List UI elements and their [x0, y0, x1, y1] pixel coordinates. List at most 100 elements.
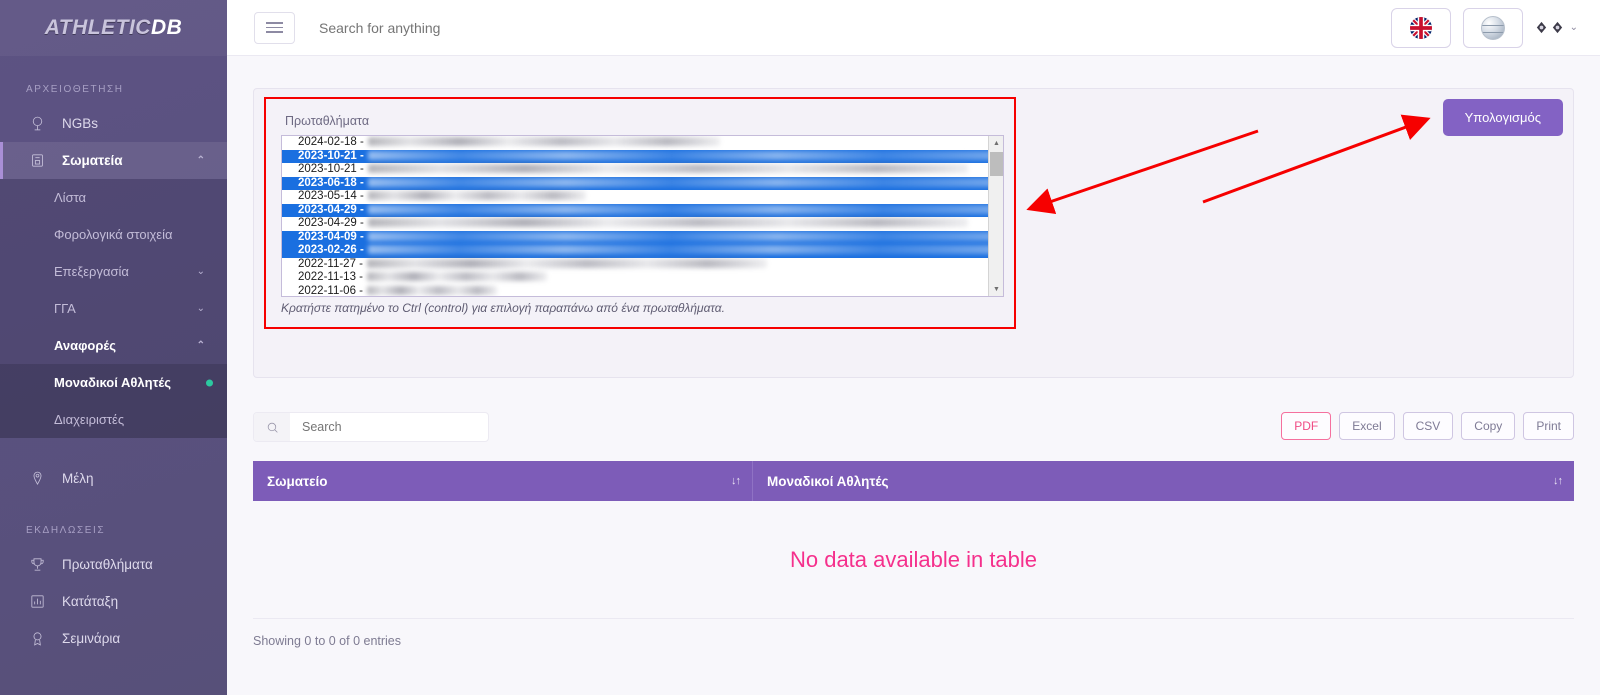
calculate-button[interactable]: Υπολογισμός: [1442, 99, 1563, 136]
sidebar-item-ngbs[interactable]: NGBs: [0, 105, 227, 142]
championships-option-list: 2024-02-18 -2023-10-21 -2023-10-21 -2023…: [282, 136, 1003, 297]
column-header-unique-athletes[interactable]: Μοναδικοί Αθλητές ↓↑: [753, 461, 1574, 501]
sidebar-item-ranking[interactable]: Κατάταξη: [0, 583, 227, 620]
table-entries-info: Showing 0 to 0 of 0 entries: [253, 634, 402, 648]
table-search-input[interactable]: [290, 419, 488, 435]
sidebar-item-label: Πρωταθλήματα: [62, 557, 153, 572]
diamond-icon: [1551, 21, 1564, 34]
brand-db: DB: [150, 16, 183, 39]
hamburger-line: [266, 26, 283, 29]
championship-option-date: 2023-10-21 -: [298, 149, 364, 162]
sidebar-item-label: Σωματεία: [62, 153, 123, 168]
championship-option[interactable]: 2023-06-18 -: [282, 176, 1003, 190]
person-pin-icon: [26, 469, 48, 489]
table-body: No data available in table: [253, 501, 1574, 619]
sidebar-item-label: Μέλη: [62, 471, 94, 486]
championship-option-name-redacted: [367, 285, 497, 295]
diamond-icon: [1535, 21, 1548, 34]
column-header-somateio[interactable]: Σωματείο ↓↑: [253, 461, 753, 501]
globe-icon: [26, 114, 48, 134]
sidebar-item-tax-data[interactable]: Φορολογικά στοιχεία: [0, 216, 227, 253]
championship-option-date: 2023-04-29 -: [298, 217, 364, 229]
championship-option-name-redacted: [367, 191, 586, 200]
championship-option-name-redacted: [367, 218, 968, 227]
sort-icon[interactable]: ↓↑: [1553, 475, 1563, 487]
championship-option-date: 2023-02-26 -: [298, 244, 364, 256]
export-print-button[interactable]: Print: [1523, 412, 1574, 440]
list-scrollbar[interactable]: ▲ ▼: [988, 136, 1003, 296]
topbar-actions: ⌄: [1390, 7, 1578, 48]
bar-chart-icon: [26, 592, 48, 612]
sidebar-item-reports[interactable]: Αναφορές ⌃: [0, 327, 227, 364]
export-buttons-group: PDF Excel CSV Copy Print: [1281, 412, 1574, 440]
sidebar-item-label: ΓΓΑ: [54, 301, 76, 316]
theme-globe-button[interactable]: [1462, 7, 1523, 48]
user-menu[interactable]: ⌄: [1535, 21, 1578, 34]
championship-option-date: 2023-10-21 -: [298, 163, 364, 175]
championship-option-name-redacted: [367, 204, 1003, 214]
app-logo[interactable]: ATHLETICDB: [0, 0, 227, 56]
sidebar-item-somateia[interactable]: Σωματεία ⌃: [0, 142, 227, 179]
championship-option[interactable]: 2023-05-14 -: [282, 190, 1003, 204]
sidebar-item-admins[interactable]: Διαχειριστές: [0, 401, 227, 438]
column-header-label: Μοναδικοί Αθλητές: [767, 473, 889, 489]
filter-card: Πρωταθλήματα 2024-02-18 -2023-10-21 -202…: [253, 88, 1574, 378]
scroll-down-icon[interactable]: ▼: [989, 282, 1003, 296]
sort-icon[interactable]: ↓↑: [731, 475, 741, 487]
menu-toggle-button[interactable]: [254, 11, 295, 44]
export-copy-button[interactable]: Copy: [1461, 412, 1516, 440]
sidebar-item-edit[interactable]: Επεξεργασία ⌄: [0, 253, 227, 290]
chevron-up-icon: ⌃: [196, 340, 205, 351]
championship-option-name-redacted: [367, 231, 1003, 241]
championship-option[interactable]: 2022-11-13 -: [282, 271, 1003, 285]
empty-state-message: No data available in table: [789, 546, 1038, 572]
sidebar-item-gga[interactable]: ΓΓΑ ⌄: [0, 290, 227, 327]
sidebar-item-unique-athletes[interactable]: Μοναδικοί Αθλητές: [0, 364, 227, 401]
sidebar-item-seminars[interactable]: Σεμινάρια: [0, 620, 227, 657]
championship-option[interactable]: 2023-04-09 -: [282, 230, 1003, 244]
uk-flag-icon: [1409, 16, 1432, 39]
sidebar-item-label: Σεμινάρια: [62, 631, 121, 646]
championship-option[interactable]: 2023-02-26 -: [282, 244, 1003, 258]
export-csv-button[interactable]: CSV: [1402, 412, 1454, 440]
topbar: ⌄: [227, 0, 1600, 56]
championship-option[interactable]: 2023-10-21 -: [282, 163, 1003, 177]
championship-option[interactable]: 2024-02-18 -: [282, 136, 1003, 150]
championship-option-name-redacted: [367, 258, 767, 268]
chevron-down-icon: ⌄: [196, 303, 205, 314]
scroll-up-icon[interactable]: ▲: [989, 136, 1003, 150]
championships-multiselect[interactable]: 2024-02-18 -2023-10-21 -2023-10-21 -2023…: [281, 135, 1004, 297]
championship-option[interactable]: 2022-11-27 -: [282, 258, 1003, 272]
championship-option-name-redacted: [367, 150, 1003, 160]
sidebar-item-label: Αναφορές: [54, 338, 117, 353]
export-excel-button[interactable]: Excel: [1339, 412, 1395, 440]
table-search[interactable]: [253, 412, 489, 442]
championship-option-date: 2022-11-06 -: [298, 284, 363, 297]
championship-option[interactable]: 2023-04-29 -: [282, 217, 1003, 231]
status-dot-icon: [206, 379, 213, 386]
sidebar-item-championships[interactable]: Πρωταθλήματα: [0, 546, 227, 583]
sidebar-item-lista[interactable]: Λίστα: [0, 179, 227, 216]
sidebar-item-label: Κατάταξη: [62, 594, 119, 609]
championship-option-name-redacted: [367, 177, 1003, 187]
export-pdf-button[interactable]: PDF: [1281, 412, 1332, 440]
scrollbar-thumb[interactable]: [990, 152, 1003, 176]
main-content: Πρωταθλήματα 2024-02-18 -2023-10-21 -202…: [227, 56, 1600, 695]
sidebar-submenu-somateia: Λίστα Φορολογικά στοιχεία Επεξεργασία ⌄ …: [0, 179, 227, 438]
championship-option-date: 2023-05-14 -: [298, 190, 364, 202]
chevron-down-icon: ⌄: [1569, 22, 1578, 33]
championship-option-date: 2023-04-29 -: [298, 203, 364, 216]
championship-option-name-redacted: [367, 137, 720, 146]
sidebar-section-events: ΕΚΔΗΛΩΣΕΙΣ: [26, 525, 106, 536]
column-header-label: Σωματείο: [267, 473, 328, 489]
championship-option[interactable]: 2022-11-06 -: [282, 284, 1003, 297]
championship-option[interactable]: 2023-10-21 -: [282, 149, 1003, 163]
language-selector-button[interactable]: [1390, 7, 1451, 48]
championship-option-date: 2022-11-13 -: [298, 271, 363, 283]
sidebar-item-label: Επεξεργασία: [54, 264, 129, 279]
global-search-input[interactable]: [317, 18, 737, 37]
championship-option[interactable]: 2023-04-29 -: [282, 203, 1003, 217]
sidebar-item-members[interactable]: Μέλη: [0, 460, 227, 497]
award-icon: [26, 629, 48, 649]
championships-label: Πρωταθλήματα: [285, 114, 370, 128]
